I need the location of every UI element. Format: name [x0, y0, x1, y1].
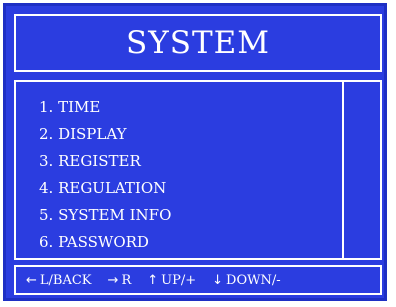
menu-panel: 1. TIME 2. DISPLAY 3. REGISTER 4. REGULA… [14, 80, 382, 260]
menu-item-regulation[interactable]: 4. REGULATION [39, 175, 342, 202]
left-arrow-icon: ← [26, 272, 37, 288]
right-arrow-icon: → [107, 272, 119, 288]
menu-item-system-info[interactable]: 5. SYSTEM INFO [39, 202, 342, 229]
menu-item-register[interactable]: 3. REGISTER [39, 148, 342, 175]
menu-item-time[interactable]: 1. TIME [39, 94, 342, 121]
down-arrow-icon: ↓ [212, 272, 224, 288]
nav-right-label: R [121, 272, 132, 288]
nav-right[interactable]: → R [108, 273, 132, 288]
nav-bar: ← L/BACK → R ↑ UP/+ ↓ DOWN/- [14, 265, 382, 295]
system-screen: SYSTEM 1. TIME 2. DISPLAY 3. REGISTER 4.… [3, 3, 387, 301]
nav-up[interactable]: ↑ UP/+ [147, 273, 196, 288]
nav-left-label: L/BACK [39, 272, 92, 288]
up-arrow-icon: ↑ [147, 272, 159, 288]
nav-down[interactable]: ↓ DOWN/- [212, 273, 281, 288]
menu-item-display[interactable]: 2. DISPLAY [39, 121, 342, 148]
menu-item-password[interactable]: 6. PASSWORD [39, 229, 342, 256]
page-title: SYSTEM [126, 25, 270, 61]
nav-down-label: DOWN/- [226, 272, 281, 288]
nav-up-label: UP/+ [161, 272, 197, 288]
menu-list: 1. TIME 2. DISPLAY 3. REGISTER 4. REGULA… [16, 82, 344, 258]
title-panel: SYSTEM [14, 14, 382, 72]
nav-left-back[interactable]: ← L/BACK [26, 273, 92, 288]
scrollbar-track[interactable] [344, 82, 380, 258]
